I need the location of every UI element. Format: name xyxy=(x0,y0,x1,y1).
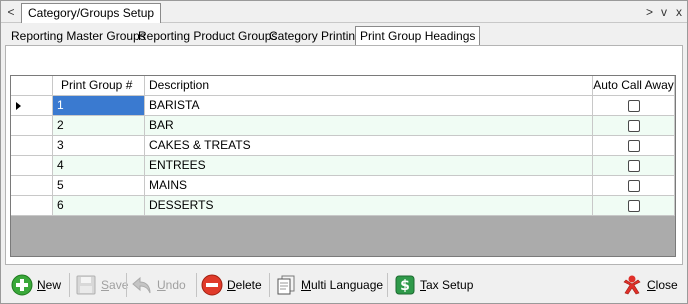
scroll-right-button[interactable]: > xyxy=(646,4,653,20)
row-header-column xyxy=(11,76,53,96)
table-row[interactable]: 1 BARISTA xyxy=(11,96,675,116)
row-selector[interactable] xyxy=(11,136,53,156)
toolbar-divider xyxy=(69,273,70,297)
table-row[interactable]: 3 CAKES & TREATS xyxy=(11,136,675,156)
print-group-number-cell[interactable]: 4 xyxy=(53,156,145,176)
auto-call-away-checkbox[interactable] xyxy=(627,200,640,212)
tab-print-group-headings[interactable]: Print Group Headings xyxy=(355,26,481,46)
auto-call-away-cell xyxy=(593,136,675,156)
toolbar-divider xyxy=(126,273,127,297)
print-groups-grid: Print Group # Description Auto Call Away… xyxy=(10,75,676,257)
svg-text:$: $ xyxy=(400,278,410,294)
auto-call-away-cell xyxy=(593,116,675,136)
window-frame: < Category/Groups Setup > v x Reporting … xyxy=(0,0,688,304)
save-label: Save xyxy=(101,278,129,292)
delete-label: Delete xyxy=(227,278,262,292)
close-button[interactable]: Close xyxy=(621,271,678,299)
auto-call-away-cell xyxy=(593,196,675,216)
table-row[interactable]: 6 DESSERTS xyxy=(11,196,675,216)
table-row[interactable]: 4 ENTREES xyxy=(11,156,675,176)
auto-call-away-checkbox[interactable] xyxy=(627,120,640,132)
undo-button[interactable]: Undo xyxy=(131,271,186,299)
bottom-toolbar: New Save Undo Delete Multi Language $ Ta… xyxy=(1,267,687,303)
table-row[interactable]: 5 MAINS xyxy=(11,176,675,196)
undo-arrow-icon xyxy=(132,276,151,294)
delete-button[interactable]: Delete xyxy=(201,271,262,299)
window-title-tab[interactable]: Category/Groups Setup xyxy=(21,3,162,23)
description-cell[interactable]: CAKES & TREATS xyxy=(145,136,593,156)
column-header-auto-call-away[interactable]: Auto Call Away xyxy=(593,76,675,96)
window-menu-button[interactable]: v xyxy=(661,4,667,20)
description-cell[interactable]: BARISTA xyxy=(145,96,593,116)
multi-language-button[interactable]: Multi Language xyxy=(275,271,383,299)
row-selector[interactable] xyxy=(11,176,53,196)
toolbar-divider xyxy=(269,273,270,297)
scroll-left-button[interactable]: < xyxy=(5,4,17,20)
tax-setup-label: Tax Setup xyxy=(420,278,474,292)
plus-circle-icon xyxy=(11,274,33,296)
row-selector[interactable] xyxy=(11,196,53,216)
row-selector[interactable] xyxy=(11,96,53,116)
column-header-description[interactable]: Description xyxy=(145,76,593,96)
auto-call-away-cell xyxy=(593,176,675,196)
auto-call-away-checkbox[interactable] xyxy=(627,100,640,112)
tab-reporting-product-groups[interactable]: Reporting Product Groups xyxy=(136,28,279,46)
row-selector[interactable] xyxy=(11,156,53,176)
document-pages-icon xyxy=(277,275,295,295)
table-row[interactable]: 2 BAR xyxy=(11,116,675,136)
tab-reporting-master-groups[interactable]: Reporting Master Groups xyxy=(9,28,148,46)
row-selector[interactable] xyxy=(11,116,53,136)
grid-header-row: Print Group # Description Auto Call Away xyxy=(11,76,675,96)
toolbar-divider xyxy=(387,273,388,297)
tax-setup-button[interactable]: $ Tax Setup xyxy=(394,271,473,299)
column-header-print-group[interactable]: Print Group # xyxy=(53,76,145,96)
title-bar: < Category/Groups Setup > v x xyxy=(1,1,687,23)
window-close-button[interactable]: x xyxy=(676,4,682,20)
print-group-number-cell[interactable]: 2 xyxy=(53,116,145,136)
tab-category-printing[interactable]: Category Printing xyxy=(267,28,364,46)
auto-call-away-checkbox[interactable] xyxy=(627,140,640,152)
description-cell[interactable]: DESSERTS xyxy=(145,196,593,216)
auto-call-away-cell xyxy=(593,156,675,176)
multi-language-label: Multi Language xyxy=(301,278,384,292)
print-group-number-cell[interactable]: 3 xyxy=(53,136,145,156)
auto-call-away-checkbox[interactable] xyxy=(627,160,640,172)
print-group-number-cell[interactable]: 6 xyxy=(53,196,145,216)
auto-call-away-cell xyxy=(593,96,675,116)
print-group-number-cell[interactable]: 1 xyxy=(53,96,145,116)
new-button[interactable]: New xyxy=(11,271,61,299)
save-button[interactable]: Save xyxy=(75,271,128,299)
toolbar-divider xyxy=(196,273,197,297)
description-cell[interactable]: MAINS xyxy=(145,176,593,196)
current-row-arrow-icon xyxy=(16,102,21,110)
dollar-icon: $ xyxy=(395,275,415,295)
close-label: Close xyxy=(647,278,678,292)
new-label: New xyxy=(37,278,62,292)
description-cell[interactable]: BAR xyxy=(145,116,593,136)
close-person-icon xyxy=(623,275,641,295)
undo-label: Undo xyxy=(157,278,186,292)
description-cell[interactable]: ENTREES xyxy=(145,156,593,176)
print-group-number-cell[interactable]: 5 xyxy=(53,176,145,196)
auto-call-away-checkbox[interactable] xyxy=(627,180,640,192)
minus-circle-icon xyxy=(201,274,223,296)
floppy-disk-icon xyxy=(76,275,96,295)
tab-strip: Reporting Master Groups Reporting Produc… xyxy=(5,26,683,46)
